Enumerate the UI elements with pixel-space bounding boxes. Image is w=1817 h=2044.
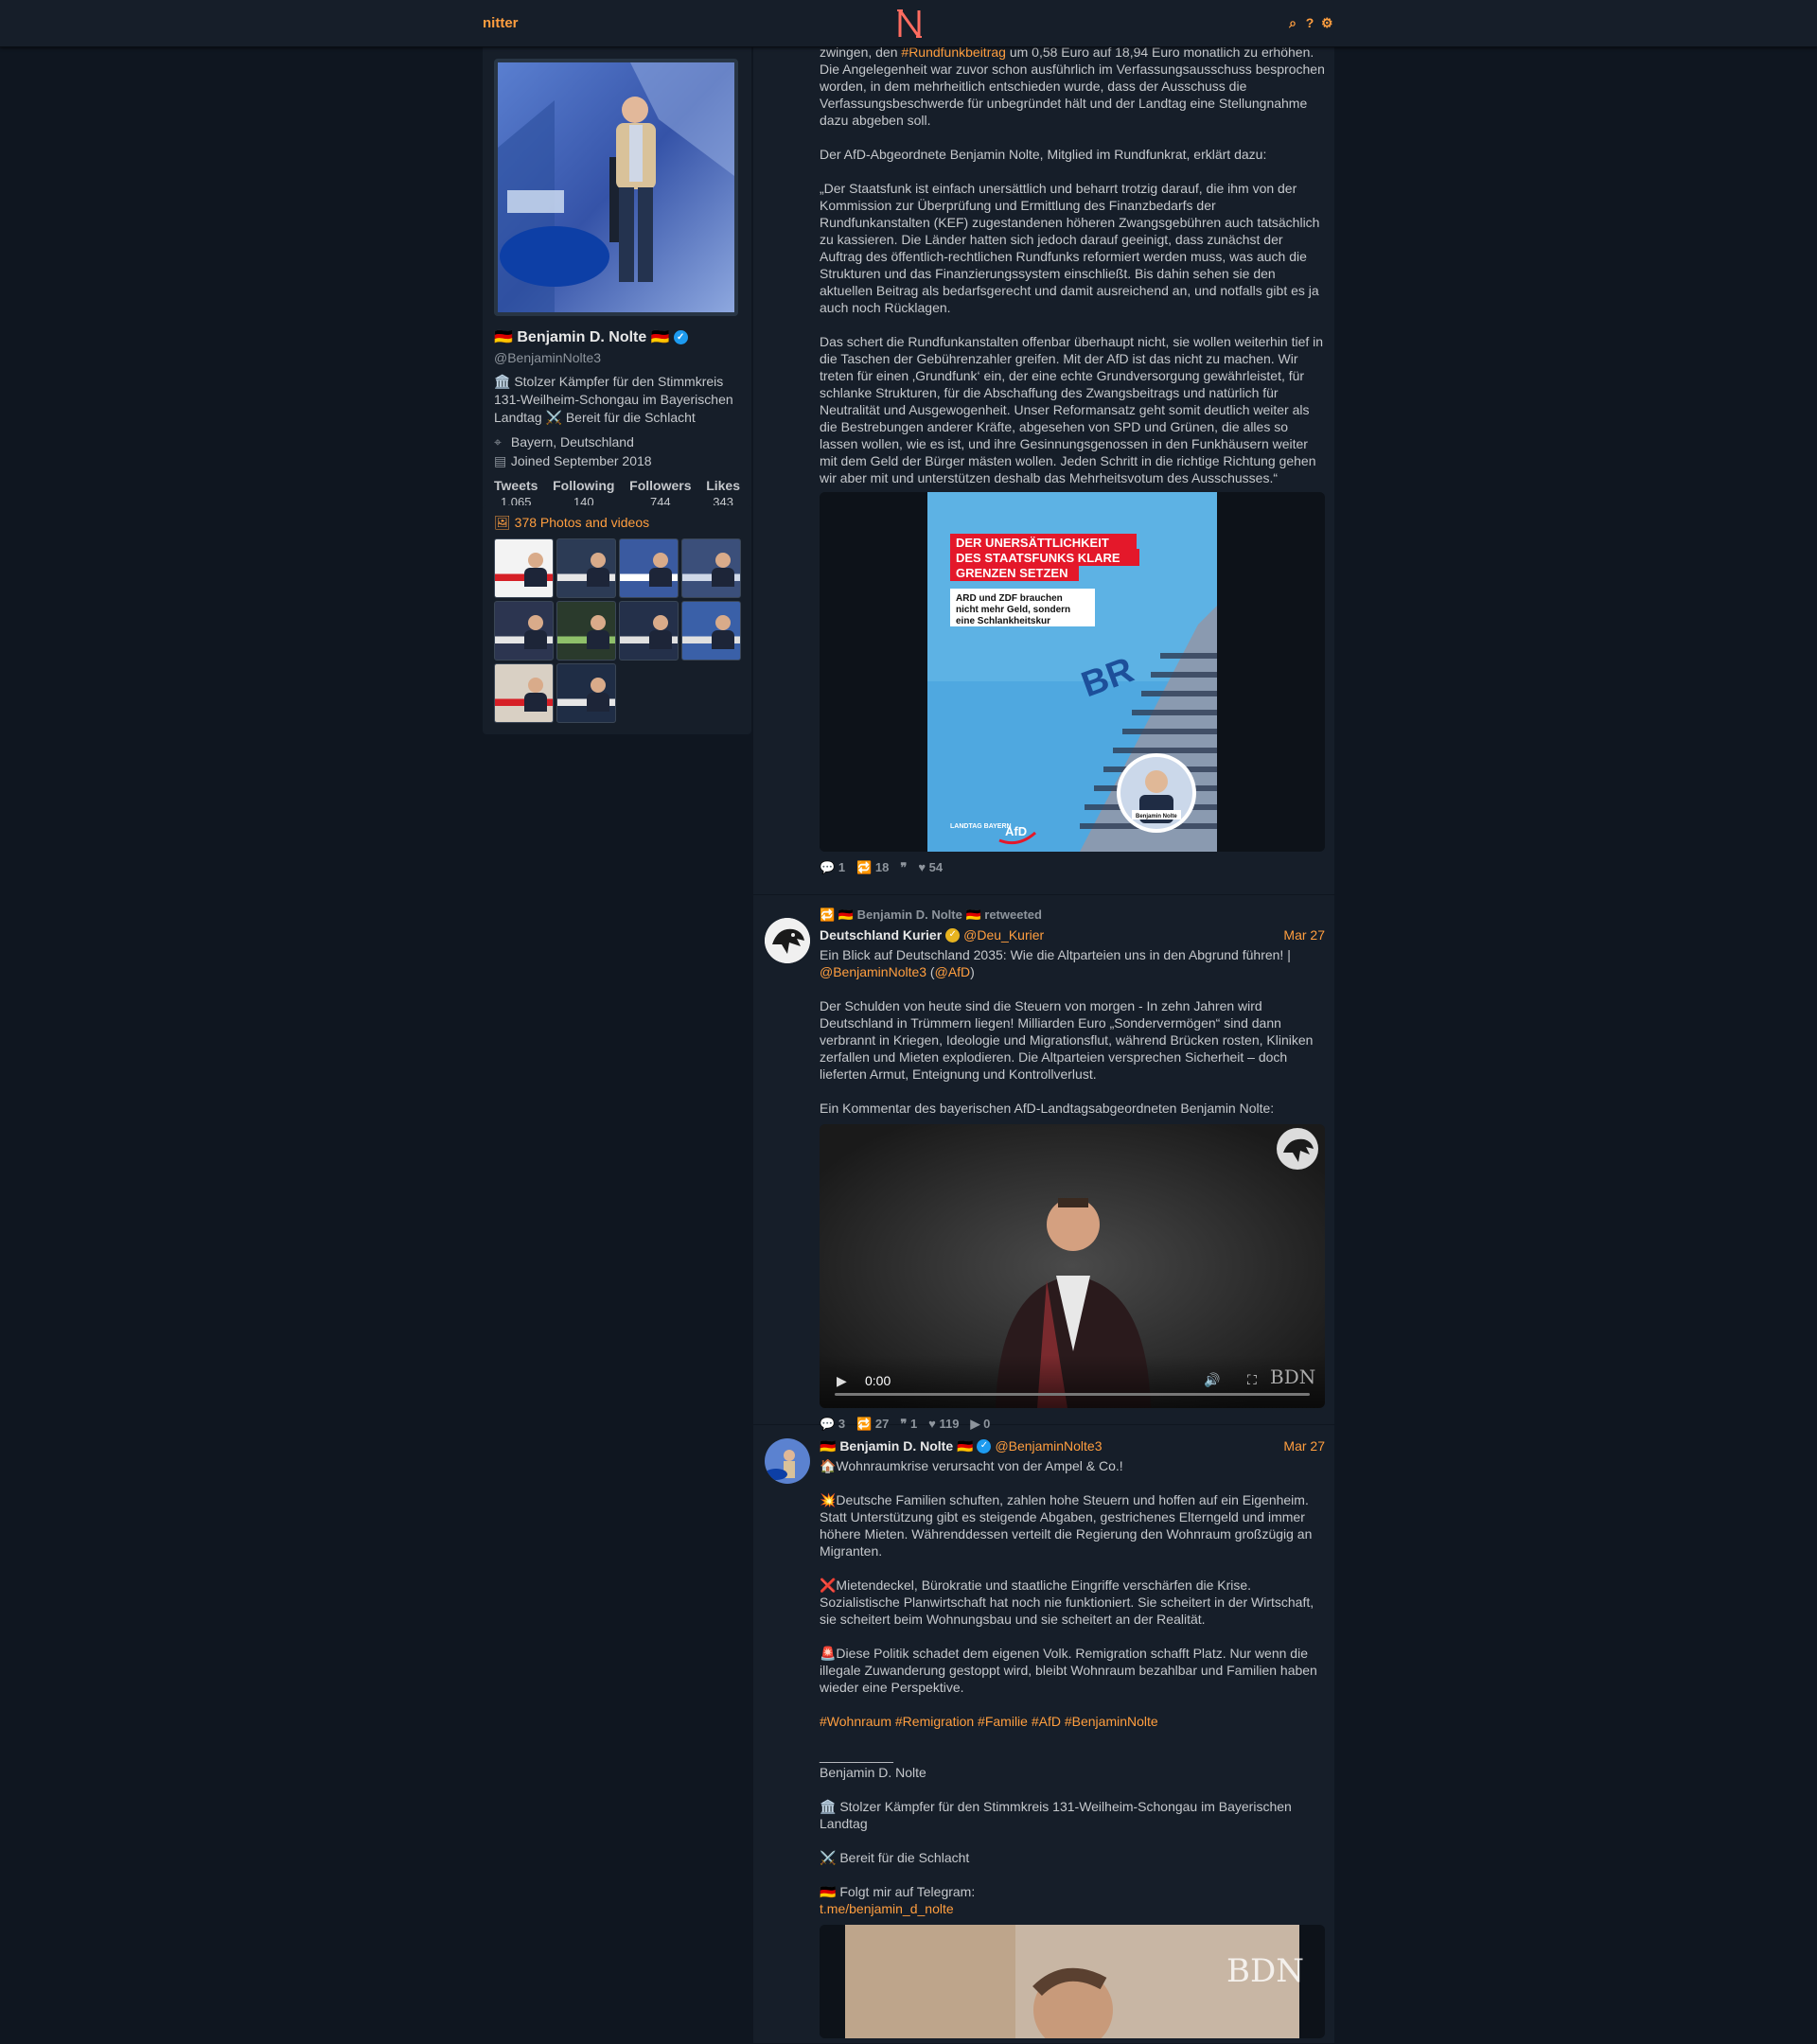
photo-rail-thumbnail[interactable] (619, 538, 679, 598)
profile-location: ⌖ Bayern, Deutschland (494, 432, 740, 451)
timeline-item: 🇩🇪 Benjamin D. Nolte 🇩🇪 ✓ @BenjaminNolte… (753, 1425, 1334, 2044)
svg-text:BDN: BDN (1226, 1952, 1304, 1990)
fullscreen-icon[interactable]: ⛶ (1247, 1371, 1257, 1388)
tweet-content: 🔁 🇩🇪 Benjamin D. Nolte 🇩🇪 retweeted Deut… (820, 907, 1325, 1431)
tweet-date[interactable]: Mar 27 (1283, 926, 1325, 943)
telegram-link[interactable]: t.me/benjamin_d_nolte (820, 1901, 954, 1916)
photo-rail-thumbnail[interactable] (494, 538, 554, 598)
photo-rail-thumbnail[interactable] (556, 663, 616, 723)
svg-text:LANDTAG BAYERN: LANDTAG BAYERN (950, 823, 1012, 830)
verified-badge-icon: ✓ (977, 1438, 992, 1454)
volume-icon[interactable]: 🔊 (1204, 1371, 1220, 1388)
eagle-logo-icon (1277, 1128, 1318, 1170)
photo-rail-thumbnail[interactable] (681, 538, 741, 598)
calendar-icon: ▤ (494, 453, 507, 468)
timeline: zwingen, den #Rundfunkbeitrag um 0,58 Eu… (753, 44, 1334, 2044)
tweet-header: Deutschland Kurier ✓ @Deu_Kurier Mar 27 (820, 925, 1325, 944)
tweet-video[interactable]: ▶ 0:00 🔊 ⛶ BDN (820, 1124, 1325, 1408)
retweet-icon: 🔁 (820, 907, 836, 922)
tweet-content: zwingen, den #Rundfunkbeitrag um 0,58 Eu… (820, 44, 1325, 876)
tweet-video[interactable]: BDN (820, 1925, 1325, 2038)
video-time: 0:00 (865, 1373, 891, 1388)
profile-bio: 🏛️ Stolzer Kämpfer für den Stimmkreis 13… (494, 374, 733, 425)
search-icon[interactable]: ⌕ (1287, 15, 1298, 31)
svg-text:eine Schlankheitskur: eine Schlankheitskur (956, 616, 1050, 626)
photo-rail-thumbnail[interactable] (494, 601, 554, 661)
photo-rail-thumbnail[interactable] (494, 663, 554, 723)
retweet-count[interactable]: 🔁 18 (856, 859, 889, 876)
profile-joined: ▤ Joined September 2018 (494, 451, 740, 470)
tweet-stats: 💬 1 🔁 18 ❞ ♥ 54 (820, 859, 1325, 876)
profile-fullname[interactable]: 🇩🇪 Benjamin D. Nolte 🇩🇪 (494, 327, 670, 346)
joined-text: Joined September 2018 (510, 453, 652, 468)
gear-icon[interactable]: ⚙ (1321, 15, 1333, 31)
avatar[interactable] (765, 918, 810, 963)
svg-text:AfD: AfD (1005, 824, 1027, 838)
video-progress-bar[interactable] (835, 1393, 1310, 1396)
timeline-item: zwingen, den #Rundfunkbeitrag um 0,58 Eu… (753, 44, 1334, 895)
comment-count[interactable]: 💬 1 (820, 859, 845, 876)
svg-text:GRENZEN SETZEN: GRENZEN SETZEN (956, 566, 1067, 580)
mention-link[interactable]: @BenjaminNolte3 (820, 964, 926, 979)
profile-name-row: 🇩🇪 Benjamin D. Nolte 🇩🇪 ✓ (494, 327, 740, 346)
quote-count[interactable]: ❞ (900, 859, 907, 876)
nitter-home-link[interactable]: nitter (483, 15, 519, 31)
tweet-content: 🇩🇪 Benjamin D. Nolte 🇩🇪 ✓ @BenjaminNolte… (820, 1436, 1325, 2038)
top-navbar: nitter ⌕ ? ⚙ (0, 0, 1817, 47)
avatar[interactable] (765, 1438, 810, 1484)
like-count[interactable]: ♥ 54 (918, 859, 943, 876)
photo-rail-thumbnail[interactable] (681, 601, 741, 661)
video-watermark: BDN (1270, 1366, 1316, 1388)
photos-videos-link[interactable]: 🖼 378 Photos and videos (494, 515, 740, 531)
svg-text:ARD und ZDF brauchen: ARD und ZDF brauchen (956, 593, 1063, 604)
photos-videos-label: 378 Photos and videos (514, 515, 650, 530)
tweet-header: 🇩🇪 Benjamin D. Nolte 🇩🇪 ✓ @BenjaminNolte… (820, 1436, 1325, 1455)
play-icon[interactable]: ▶ (837, 1372, 847, 1389)
location-text: Bayern, Deutschland (510, 434, 634, 449)
tweet-date[interactable]: Mar 27 (1283, 1437, 1325, 1454)
profile-card: 🇩🇪 Benjamin D. Nolte 🇩🇪 ✓ @BenjaminNolte… (483, 47, 751, 519)
image-icon: 🖼 (494, 515, 511, 530)
verified-badge-icon: ✓ (673, 329, 688, 344)
nitter-logo-icon[interactable] (895, 8, 924, 40)
retweeted-by-text[interactable]: 🇩🇪 Benjamin D. Nolte 🇩🇪 retweeted (838, 907, 1042, 922)
photo-rail: 🖼 378 Photos and videos (483, 505, 751, 734)
tweet-fullname[interactable]: 🇩🇪 Benjamin D. Nolte 🇩🇪 (820, 1437, 973, 1454)
hashtags-links[interactable]: #Wohnraum #Remigration #Familie #AfD #Be… (820, 1713, 1325, 1730)
help-icon[interactable]: ? (1304, 15, 1315, 31)
tweet-username[interactable]: @BenjaminNolte3 (995, 1437, 1102, 1454)
svg-text:nicht mehr Geld, sondern: nicht mehr Geld, sondern (956, 605, 1070, 615)
retweet-header: 🔁 🇩🇪 Benjamin D. Nolte 🇩🇪 retweeted (820, 907, 1325, 925)
profile-banner-photo[interactable] (494, 59, 738, 316)
profile-handle[interactable]: @BenjaminNolte3 (494, 350, 740, 365)
mention-link[interactable]: @AfD (935, 964, 971, 979)
photo-rail-thumbnail[interactable] (619, 601, 679, 661)
photo-rail-thumbnail[interactable] (556, 601, 616, 661)
video-controls: ▶ 0:00 🔊 ⛶ BDN (820, 1355, 1325, 1408)
tweet-username[interactable]: @Deu_Kurier (963, 926, 1044, 943)
svg-text:DER UNERSÄTTLICHKEIT: DER UNERSÄTTLICHKEIT (956, 536, 1109, 550)
photo-rail-grid (494, 538, 741, 723)
photo-rail-thumbnail[interactable] (556, 538, 616, 598)
svg-text:DES STAATSFUNKS KLARE: DES STAATSFUNKS KLARE (956, 551, 1120, 565)
timeline-item: 🔁 🇩🇪 Benjamin D. Nolte 🇩🇪 retweeted Deut… (753, 895, 1334, 1431)
tweet-fullname[interactable]: Deutschland Kurier (820, 926, 942, 943)
location-pin-icon: ⌖ (494, 434, 502, 449)
svg-text:Benjamin Nolte: Benjamin Nolte (1136, 814, 1177, 819)
tweet-image[interactable]: BR DER UNERSÄTTLICHKEIT DES STAATSFUNKS … (820, 492, 1325, 852)
verified-badge-icon: ✓ (945, 927, 961, 943)
